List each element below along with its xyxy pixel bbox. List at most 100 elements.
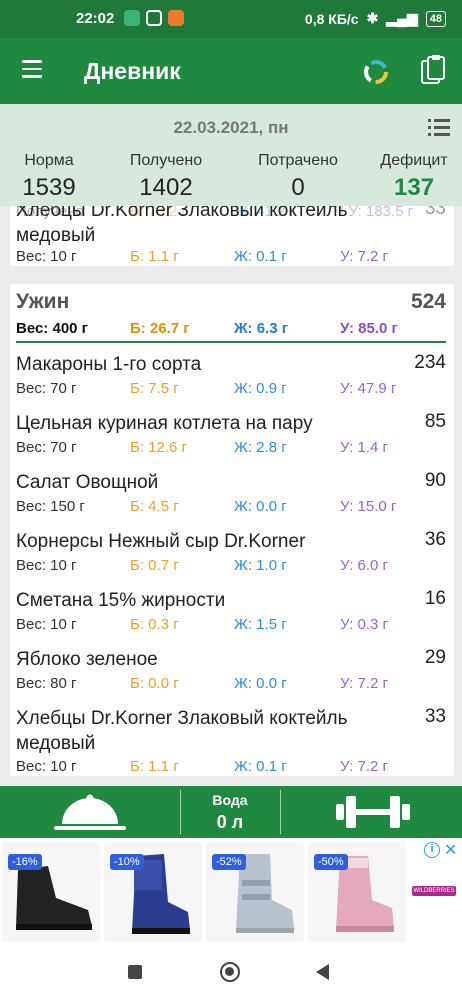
food-protein: Б: 1.1 г xyxy=(130,758,179,775)
water-value[interactable]: 0 л xyxy=(180,812,280,833)
recents-icon[interactable] xyxy=(128,965,142,979)
stat-deficit-label: Дефицит xyxy=(380,152,448,169)
date-label[interactable]: 22.03.2021, пн xyxy=(0,118,462,138)
action-separator xyxy=(280,790,281,834)
status-time: 22:02 xyxy=(76,10,115,27)
food-weight: Вес: 70 г xyxy=(16,439,77,456)
food-macros: Вес: 150 г Б: 4.5 г Ж: 0.0 г У: 15.0 г xyxy=(16,498,450,518)
food-cloche-icon[interactable] xyxy=(52,792,128,834)
discount-badge: -52% xyxy=(212,854,246,870)
water-label[interactable]: Вода xyxy=(180,792,280,808)
dumbbell-icon[interactable] xyxy=(334,794,412,830)
menu-icon[interactable] xyxy=(22,60,42,78)
food-macros: Вес: 10 г Б: 1.1 г Ж: 0.1 г У: 7.2 г xyxy=(16,758,450,778)
food-fat: Ж: 1.0 г xyxy=(234,557,287,574)
ad-banner[interactable]: -16% -10% -52% -50% i ✕ xyxy=(0,838,462,948)
food-fat: Ж: 1.5 г xyxy=(234,616,287,633)
ad-product-tile[interactable]: -50% xyxy=(308,842,406,942)
food-protein: Б: 0.3 г xyxy=(130,616,179,633)
notification-icon-1 xyxy=(124,10,140,26)
bottom-action-bar: Вода 0 л xyxy=(0,786,462,838)
ad-product-tile[interactable]: -52% xyxy=(206,842,304,942)
food-kcal: 33 xyxy=(424,706,446,727)
food-carbs: У: 6.0 г xyxy=(340,557,389,574)
meal-kcal: 524 xyxy=(410,290,446,313)
food-name: Макароны 1-го сорта xyxy=(16,354,202,375)
food-fat: Ж: 0.9 г xyxy=(234,380,287,397)
food-kcal: 16 xyxy=(424,588,446,609)
discount-badge: -16% xyxy=(8,854,42,870)
food-fat: Ж: 0.1 г xyxy=(234,248,287,265)
previous-meal-card: Получено Б: 73.2 г Ж: 41.2 г ! У: 183.5 … xyxy=(10,206,454,266)
ad-product-tile[interactable]: -10% xyxy=(104,842,202,942)
food-kcal: 33 xyxy=(424,206,446,219)
meal-card-dinner[interactable]: Ужин 524 Вес: 400 г Б: 26.7 г Ж: 6.3 г У… xyxy=(10,284,454,776)
stat-spent-value: 0 xyxy=(291,174,305,201)
food-macros: Вес: 10 г Б: 0.7 г Ж: 1.0 г У: 6.0 г xyxy=(16,557,450,577)
status-bar: 22:02 0,8 КБ/с ✱ ▂▄▆ 48 xyxy=(0,0,462,38)
stat-deficit-value: 137 xyxy=(393,174,435,201)
food-carbs: У: 15.0 г xyxy=(340,498,397,515)
discount-badge: -10% xyxy=(110,854,144,870)
food-name: Цельная куриная котлета на пару xyxy=(16,413,313,434)
food-fat: Ж: 2.8 г xyxy=(234,439,287,456)
food-macros: Вес: 80 г Б: 0.0 г Ж: 0.0 г У: 7.2 г xyxy=(16,675,450,695)
food-kcal: 29 xyxy=(424,647,446,668)
stat-received-label: Получено xyxy=(129,152,203,169)
meal-carbs: У: 85.0 г xyxy=(340,320,398,337)
food-fat: Ж: 0.0 г xyxy=(234,675,287,692)
food-kcal: 90 xyxy=(424,470,446,491)
meal-title: Ужин xyxy=(16,290,70,313)
back-icon[interactable] xyxy=(316,964,329,980)
stat-norm: Норма 1539 xyxy=(14,152,84,202)
sync-icon[interactable] xyxy=(362,58,390,86)
food-macros: Вес: 70 г Б: 12.6 г Ж: 2.8 г У: 1.4 г xyxy=(16,439,450,459)
food-name: Яблоко зеленое xyxy=(16,649,158,670)
stat-norm-value: 1539 xyxy=(22,174,76,201)
food-protein: Б: 7.5 г xyxy=(130,380,179,397)
food-protein: Б: 1.1 г xyxy=(130,248,179,265)
signal-icon: ▂▄▆ xyxy=(386,10,418,26)
food-weight: Вес: 10 г xyxy=(16,758,77,775)
food-kcal: 36 xyxy=(424,529,446,550)
food-carbs: У: 0.3 г xyxy=(340,616,389,633)
daily-summary: 22.03.2021, пн Норма 1539 Получено 1402 … xyxy=(0,104,462,206)
food-weight: Вес: 10 г xyxy=(16,248,77,265)
stat-spent: Потрачено 0 xyxy=(248,152,348,202)
app-title: Дневник xyxy=(84,58,181,84)
meal-divider xyxy=(16,341,446,343)
home-icon[interactable] xyxy=(220,962,240,982)
stat-received-value: 1402 xyxy=(139,174,193,201)
network-speed: 0,8 КБ/с xyxy=(304,10,359,27)
food-name: Салат Овощной xyxy=(16,472,159,493)
notification-icon-3 xyxy=(168,10,184,26)
notification-icon-2 xyxy=(146,10,162,26)
food-fat: Ж: 0.1 г xyxy=(234,758,287,775)
ad-info-icon[interactable]: i xyxy=(424,842,440,858)
discount-badge: -50% xyxy=(314,854,348,870)
ad-product-tile[interactable]: -16% xyxy=(2,842,100,942)
food-protein: Б: 4.5 г xyxy=(130,498,179,515)
app-bar: Дневник xyxy=(0,38,462,104)
food-macros: Вес: 70 г Б: 7.5 г Ж: 0.9 г У: 47.9 г xyxy=(16,380,450,400)
food-carbs: У: 7.2 г xyxy=(340,675,389,692)
bluetooth-icon: ✱ xyxy=(366,10,379,26)
food-protein: Б: 12.6 г xyxy=(130,439,188,456)
meal-weight: Вес: 400 г xyxy=(16,320,88,337)
food-macros: Вес: 10 г Б: 1.1 г Ж: 0.1 г У: 7.2 г xyxy=(16,248,450,268)
food-weight: Вес: 150 г xyxy=(16,498,85,515)
food-kcal: 85 xyxy=(424,411,446,432)
stat-norm-label: Норма xyxy=(24,152,74,169)
stat-received: Получено 1402 xyxy=(116,152,216,202)
ad-close-icon[interactable]: ✕ xyxy=(444,840,457,860)
meal-protein: Б: 26.7 г xyxy=(130,320,190,337)
food-carbs: У: 47.9 г xyxy=(340,380,397,397)
meal-list[interactable]: Получено Б: 73.2 г Ж: 41.2 г ! У: 183.5 … xyxy=(0,206,462,786)
boot-image-black xyxy=(16,866,92,930)
clipboard-icon[interactable] xyxy=(420,55,446,87)
list-view-icon[interactable] xyxy=(428,119,450,136)
food-carbs: У: 7.2 г xyxy=(340,248,389,265)
system-nav-bar xyxy=(0,948,462,1000)
wildberries-logo: WILDBERRIES xyxy=(412,886,456,896)
food-name: Хлебцы Dr.Korner Злаковый коктейль медов… xyxy=(16,708,348,754)
